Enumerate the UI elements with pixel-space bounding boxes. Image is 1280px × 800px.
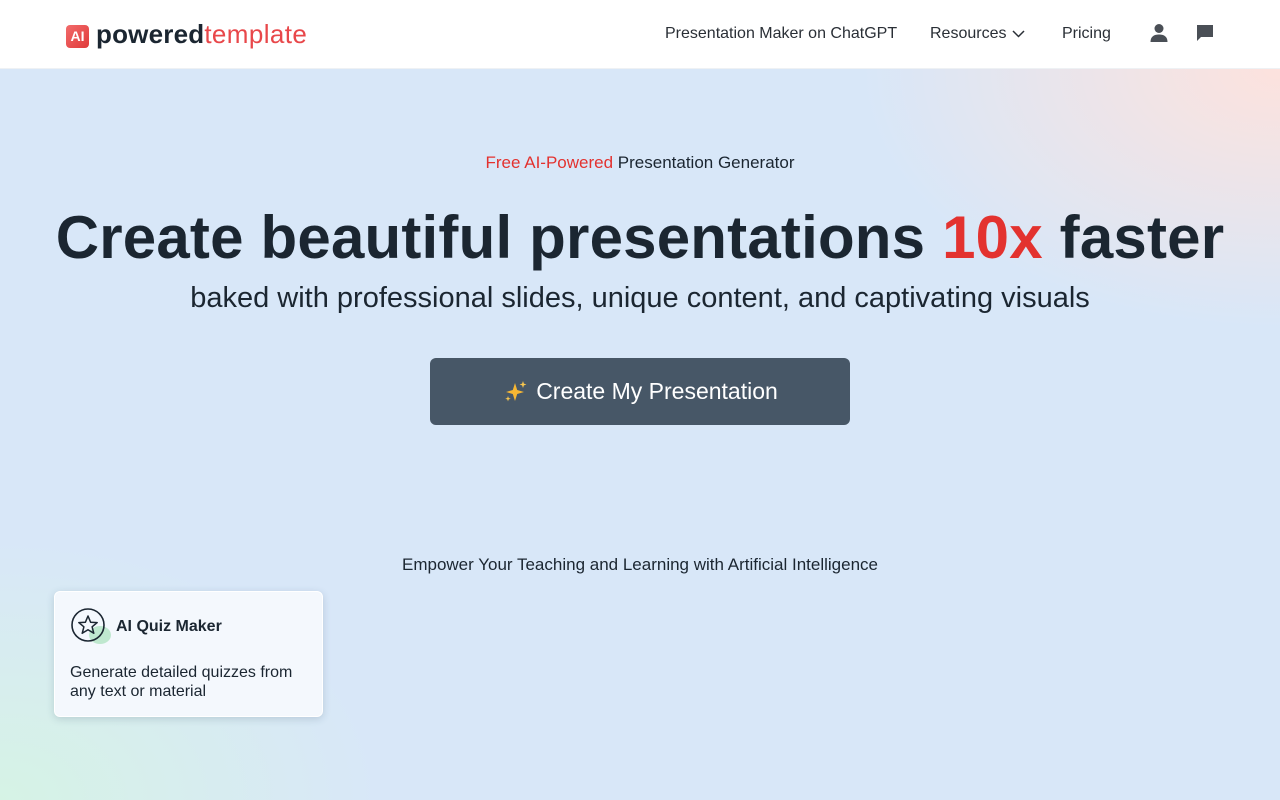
- card-title: AI Quiz Maker: [116, 618, 222, 635]
- nav-pricing[interactable]: Pricing: [1062, 25, 1111, 43]
- ai-quiz-maker-card[interactable]: AI Quiz Maker Generate detailed quizzes …: [54, 591, 323, 717]
- eyebrow-accent: Free AI-Powered: [485, 153, 614, 172]
- logo[interactable]: AI powered template: [66, 19, 307, 50]
- chat-icon[interactable]: [1195, 23, 1215, 48]
- headline-accent: 10x: [942, 204, 1043, 271]
- card-description: Generate detailed quizzes from any text …: [70, 664, 293, 700]
- hero-section: Free AI-Powered Presentation Generator C…: [0, 69, 1280, 800]
- hero-subhead: baked with professional slides, unique c…: [190, 282, 1090, 314]
- hero-eyebrow: Free AI-Powered Presentation Generator: [0, 153, 1280, 173]
- chevron-down-icon: [1012, 30, 1026, 38]
- nav-resources[interactable]: Resources: [930, 25, 1026, 43]
- headline-end: faster: [1042, 204, 1225, 271]
- headline-start: Create beautiful presentations: [55, 204, 943, 271]
- create-presentation-button[interactable]: Create My Presentation: [430, 358, 850, 425]
- eyebrow-rest: Presentation Generator: [617, 153, 795, 172]
- logo-text-bold: powered: [96, 19, 205, 49]
- user-icon[interactable]: [1149, 23, 1169, 48]
- sparkles-icon: [502, 379, 528, 405]
- nav-presentation-maker-chatgpt[interactable]: Presentation Maker on ChatGPT: [665, 25, 897, 43]
- hero-tagline: Empower Your Teaching and Learning with …: [402, 555, 878, 574]
- create-presentation-label: Create My Presentation: [536, 378, 778, 404]
- logo-text-light: template: [204, 19, 308, 49]
- logo-badge: AI: [66, 24, 89, 48]
- nav-resources-label: Resources: [930, 25, 1007, 42]
- star-badge-icon: [70, 607, 118, 656]
- site-header: AI powered template Presentation Maker o…: [0, 0, 1280, 69]
- hero-headline: Create beautiful presentations 10x faste…: [0, 203, 1280, 272]
